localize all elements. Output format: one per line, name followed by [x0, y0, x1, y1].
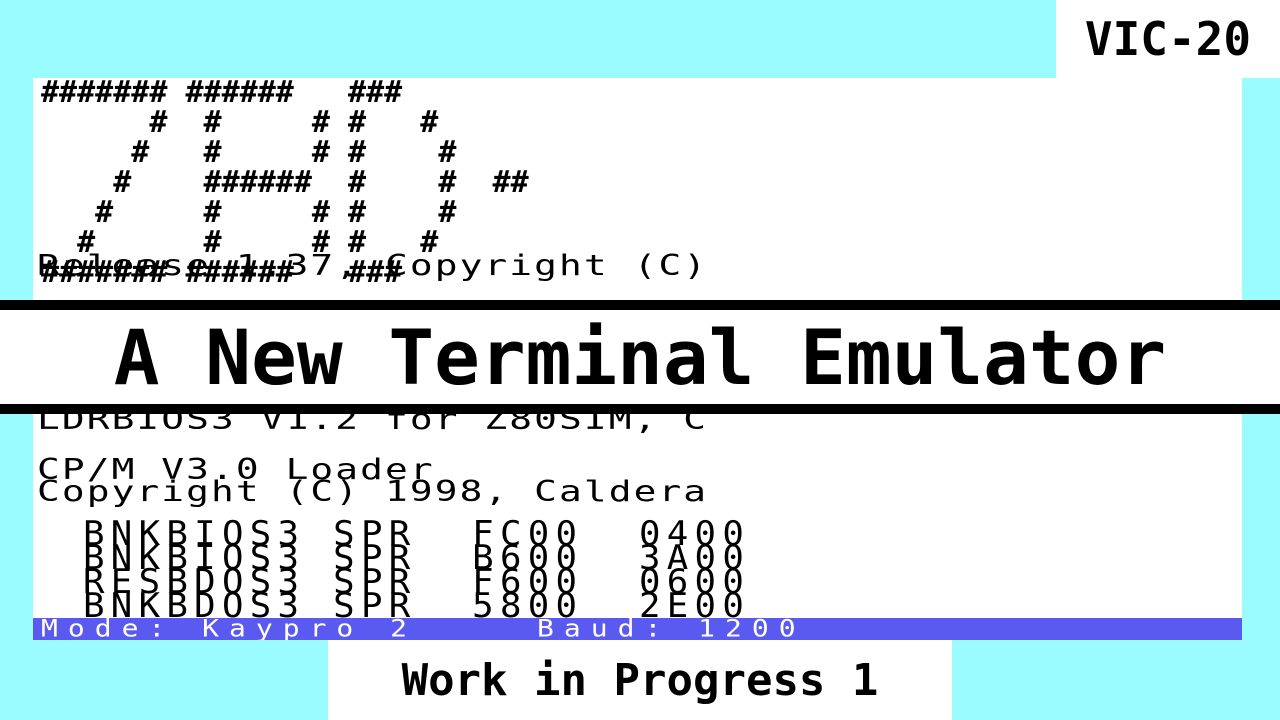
status-mode: Mode: Kaypro 2 [41, 618, 418, 640]
file-list: BNKBIOS3 SPR FC00 0400 BNKBIOS3 SPR B600… [83, 517, 750, 623]
copyright-line: Copyright (C) 1998, Caldera [37, 475, 709, 509]
page-title: A New Terminal Emulator [0, 310, 1280, 404]
platform-badge: VIC-20 [1056, 0, 1280, 78]
status-baud: Baud: 1200 [537, 618, 806, 640]
status-bar: Mode: Kaypro 2 Baud: 1200 [33, 618, 1242, 640]
release-line: Release 1.37, Copyright (C) [37, 249, 709, 283]
subtitle: Work in Progress 1 [328, 640, 952, 720]
